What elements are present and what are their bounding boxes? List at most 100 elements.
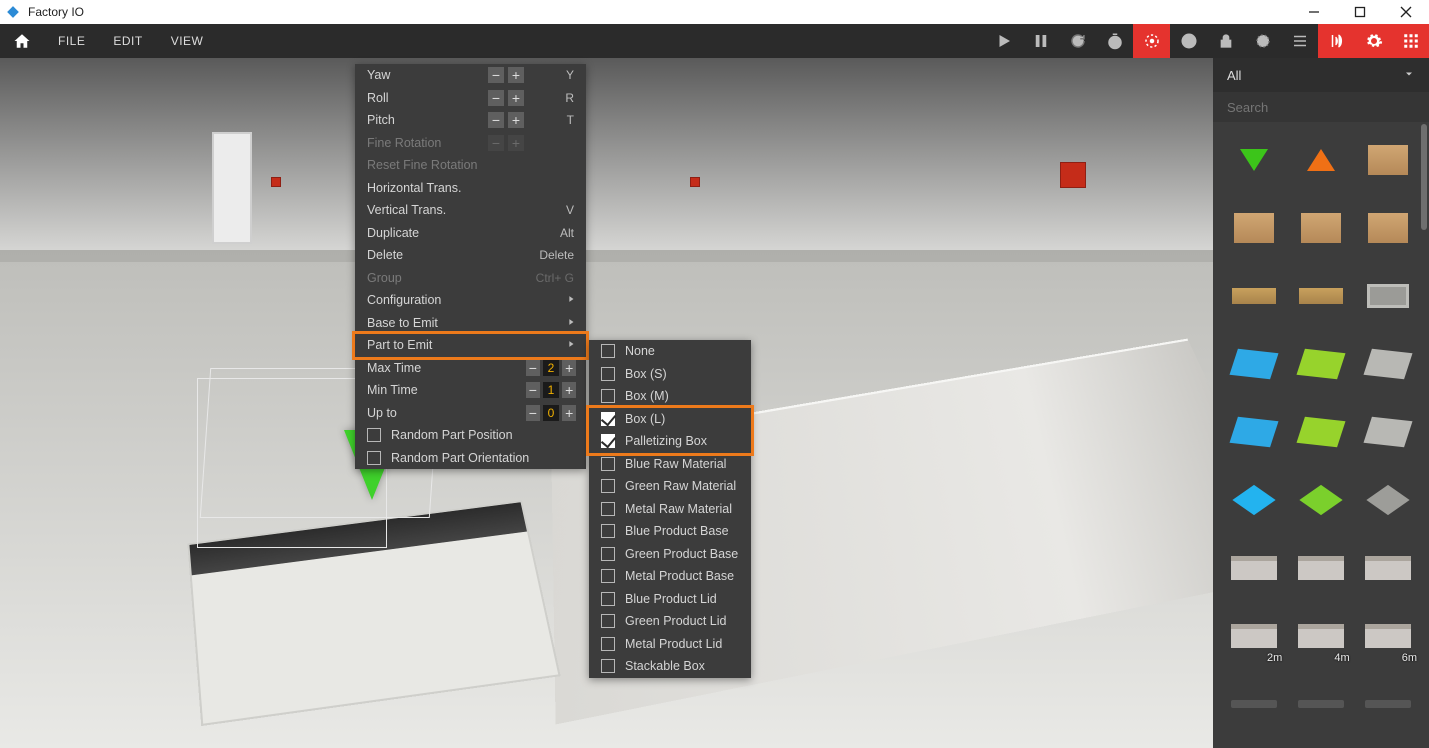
palette-item-conveyor-c[interactable] bbox=[1358, 540, 1419, 596]
palette-item-green-lid[interactable] bbox=[1290, 472, 1351, 528]
ctx-configuration[interactable]: Configuration bbox=[355, 289, 586, 312]
ctx-vertical-trans-[interactable]: Vertical Trans.V bbox=[355, 199, 586, 222]
step-plus-button[interactable]: + bbox=[562, 360, 576, 376]
list-icon[interactable] bbox=[1281, 24, 1318, 58]
play-button[interactable] bbox=[985, 24, 1022, 58]
part-option-blue-product-lid[interactable]: Blue Product Lid bbox=[589, 588, 751, 611]
close-button[interactable] bbox=[1383, 0, 1429, 24]
palette-item-box-s[interactable] bbox=[1358, 132, 1419, 188]
pause-button[interactable] bbox=[1022, 24, 1059, 58]
step-plus-button[interactable]: + bbox=[508, 112, 524, 128]
palette-item-rail-3[interactable] bbox=[1358, 676, 1419, 732]
home-button[interactable] bbox=[0, 24, 44, 58]
ctx-random-part-orientation[interactable]: Random Part Orientation bbox=[355, 447, 586, 470]
checkbox-icon[interactable] bbox=[601, 457, 615, 471]
checkbox-icon[interactable] bbox=[601, 659, 615, 673]
palette-item-emitter[interactable] bbox=[1223, 132, 1284, 188]
part-option-metal-raw-material[interactable]: Metal Raw Material bbox=[589, 498, 751, 521]
menu-file[interactable]: FILE bbox=[44, 24, 99, 58]
checkbox-icon[interactable] bbox=[601, 412, 615, 426]
sensor-mode-icon[interactable] bbox=[1133, 24, 1170, 58]
palette-item-blue-raw[interactable] bbox=[1223, 336, 1284, 392]
part-option-box-m-[interactable]: Box (M) bbox=[589, 385, 751, 408]
step-minus-button[interactable]: − bbox=[488, 112, 504, 128]
palette-item-pallet-1[interactable] bbox=[1223, 268, 1284, 324]
ctx-roll[interactable]: Roll−+R bbox=[355, 87, 586, 110]
menu-edit[interactable]: EDIT bbox=[99, 24, 156, 58]
palette-item-blue-base[interactable] bbox=[1223, 404, 1284, 460]
part-option-blue-raw-material[interactable]: Blue Raw Material bbox=[589, 453, 751, 476]
checkbox-icon[interactable] bbox=[601, 389, 615, 403]
step-plus-button[interactable]: + bbox=[508, 90, 524, 106]
reset-button[interactable] bbox=[1059, 24, 1096, 58]
step-minus-button[interactable]: − bbox=[488, 67, 504, 83]
palette-item-conveyor-a[interactable] bbox=[1223, 540, 1284, 596]
part-option-green-product-base[interactable]: Green Product Base bbox=[589, 543, 751, 566]
palette-item-rail-2[interactable] bbox=[1290, 676, 1351, 732]
palette-item-pallet-2[interactable] bbox=[1290, 268, 1351, 324]
ctx-max-time[interactable]: Max Time−2+ bbox=[355, 357, 586, 380]
step-minus-button[interactable]: − bbox=[488, 90, 504, 106]
ctx-min-time[interactable]: Min Time−1+ bbox=[355, 379, 586, 402]
step-minus-button[interactable]: − bbox=[526, 360, 540, 376]
ctx-random-part-position[interactable]: Random Part Position bbox=[355, 424, 586, 447]
gear-icon[interactable] bbox=[1355, 24, 1392, 58]
checkbox-icon[interactable] bbox=[601, 614, 615, 628]
palette-item-roller-6m[interactable]: 6m bbox=[1358, 608, 1419, 664]
palette-search[interactable] bbox=[1213, 92, 1429, 122]
globe-icon[interactable] bbox=[1170, 24, 1207, 58]
palette-item-box-l[interactable] bbox=[1290, 200, 1351, 256]
stopwatch-icon[interactable] bbox=[1096, 24, 1133, 58]
ctx-base-to-emit[interactable]: Base to Emit bbox=[355, 312, 586, 335]
checkbox-icon[interactable] bbox=[601, 569, 615, 583]
ctx-delete[interactable]: DeleteDelete bbox=[355, 244, 586, 267]
checkbox-icon[interactable] bbox=[601, 637, 615, 651]
step-plus-button[interactable]: + bbox=[562, 382, 576, 398]
part-option-blue-product-base[interactable]: Blue Product Base bbox=[589, 520, 751, 543]
checkbox-icon[interactable] bbox=[367, 428, 381, 442]
palette-item-roller-4m[interactable]: 4m bbox=[1290, 608, 1351, 664]
part-option-metal-product-base[interactable]: Metal Product Base bbox=[589, 565, 751, 588]
part-option-metal-product-lid[interactable]: Metal Product Lid bbox=[589, 633, 751, 656]
target-icon[interactable] bbox=[1244, 24, 1281, 58]
part-option-none[interactable]: None bbox=[589, 340, 751, 363]
menu-view[interactable]: VIEW bbox=[157, 24, 218, 58]
checkbox-icon[interactable] bbox=[601, 367, 615, 381]
palette-scrollbar[interactable] bbox=[1421, 124, 1427, 230]
palette-item-blue-lid[interactable] bbox=[1223, 472, 1284, 528]
palette-search-input[interactable] bbox=[1227, 100, 1415, 115]
grid-icon[interactable] bbox=[1392, 24, 1429, 58]
ctx-up-to[interactable]: Up to−0+ bbox=[355, 402, 586, 425]
palette-item-crate[interactable] bbox=[1358, 268, 1419, 324]
ctx-part-to-emit[interactable]: Part to Emit bbox=[355, 334, 586, 357]
palette-item-metal-raw[interactable] bbox=[1358, 336, 1419, 392]
part-option-palletizing-box[interactable]: Palletizing Box bbox=[589, 430, 751, 453]
ctx-pitch[interactable]: Pitch−+T bbox=[355, 109, 586, 132]
checkbox-icon[interactable] bbox=[601, 524, 615, 538]
palette-item-green-base[interactable] bbox=[1290, 404, 1351, 460]
palette-item-box-m[interactable] bbox=[1223, 200, 1284, 256]
part-option-box-s-[interactable]: Box (S) bbox=[589, 363, 751, 386]
palette-item-green-raw[interactable] bbox=[1290, 336, 1351, 392]
lock-icon[interactable] bbox=[1207, 24, 1244, 58]
palette-item-roller-2m[interactable]: 2m bbox=[1223, 608, 1284, 664]
ctx-duplicate[interactable]: DuplicateAlt bbox=[355, 222, 586, 245]
ctx-horizontal-trans-[interactable]: Horizontal Trans. bbox=[355, 177, 586, 200]
palette-item-metal-base[interactable] bbox=[1358, 404, 1419, 460]
palette-item-conveyor-b[interactable] bbox=[1290, 540, 1351, 596]
ctx-yaw[interactable]: Yaw−+Y bbox=[355, 64, 586, 87]
palette-filter-dropdown[interactable]: All bbox=[1213, 58, 1429, 92]
minimize-button[interactable] bbox=[1291, 0, 1337, 24]
step-minus-button[interactable]: − bbox=[526, 382, 540, 398]
checkbox-icon[interactable] bbox=[601, 344, 615, 358]
part-option-box-l-[interactable]: Box (L) bbox=[589, 408, 751, 431]
checkbox-icon[interactable] bbox=[367, 451, 381, 465]
checkbox-icon[interactable] bbox=[601, 479, 615, 493]
palette-item-metal-lid[interactable] bbox=[1358, 472, 1419, 528]
step-plus-button[interactable]: + bbox=[508, 67, 524, 83]
step-minus-button[interactable]: − bbox=[526, 405, 540, 421]
palette-item-palletizing-box[interactable] bbox=[1358, 200, 1419, 256]
part-option-green-raw-material[interactable]: Green Raw Material bbox=[589, 475, 751, 498]
part-option-stackable-box[interactable]: Stackable Box bbox=[589, 655, 751, 678]
signal-icon[interactable] bbox=[1318, 24, 1355, 58]
